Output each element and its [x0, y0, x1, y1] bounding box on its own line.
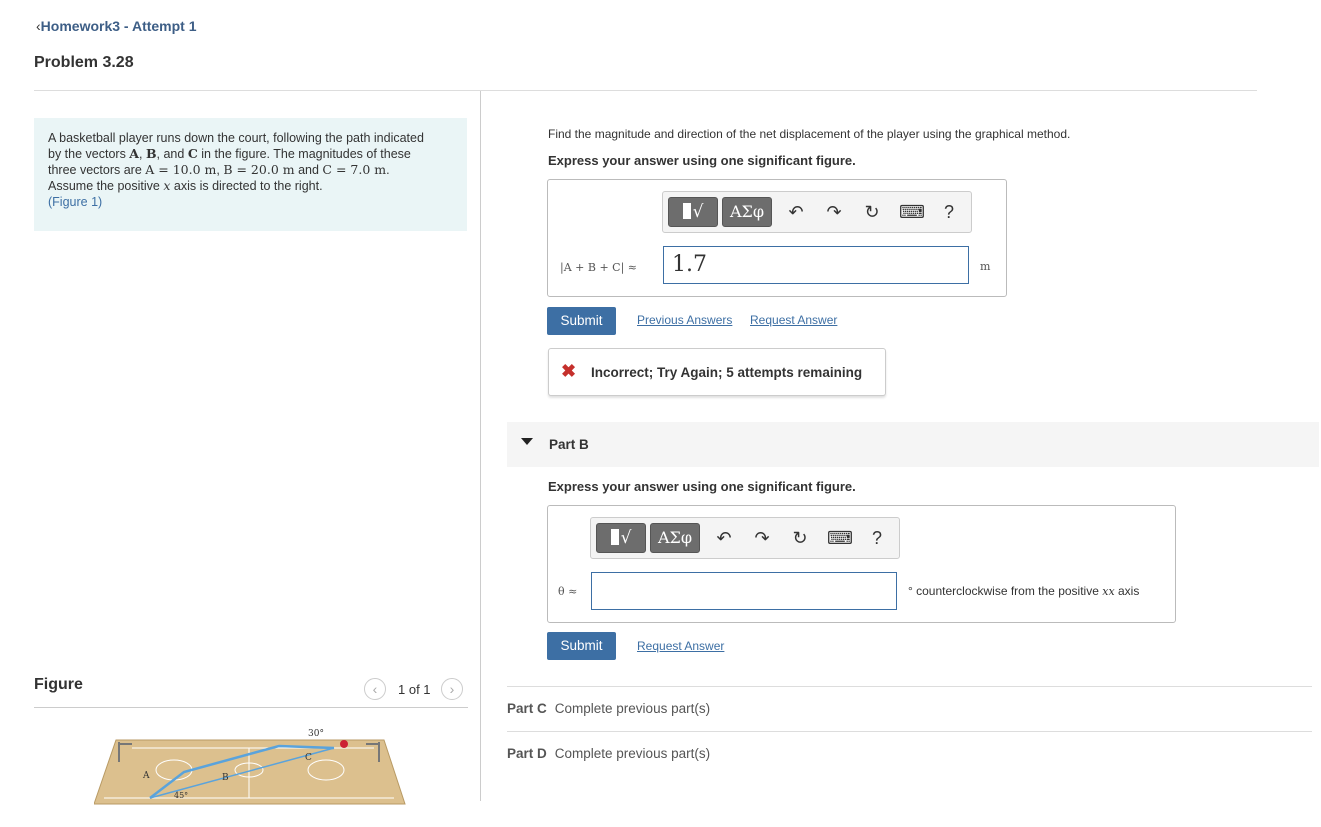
vector-a-label: A	[142, 771, 150, 781]
part-d-title: Part D	[507, 746, 547, 761]
column-divider	[480, 91, 481, 801]
undo-icon[interactable]: ↶	[713, 527, 735, 549]
radical-icon: √	[692, 202, 704, 222]
statement-text: ,	[139, 147, 146, 161]
greek-symbols-button[interactable]: ΑΣφ	[722, 197, 772, 227]
figure-counter: 1 of 1	[398, 682, 431, 697]
statement-text: axis is directed to the right.	[170, 179, 323, 193]
caret-down-icon[interactable]	[521, 438, 533, 445]
statement-text: and	[294, 163, 323, 177]
problem-statement: A basketball player runs down the court,…	[34, 118, 467, 231]
vector-a-symbol: A	[129, 146, 139, 161]
statement-text: Assume the positive	[48, 179, 164, 193]
radical-icon: √	[620, 528, 632, 548]
part-a-instruction: Express your answer using one significan…	[548, 153, 856, 168]
part-b-submit-button[interactable]: Submit	[547, 632, 616, 660]
part-a-answer-input[interactable]: 1.7	[663, 246, 969, 284]
part-a-unit: m	[980, 260, 991, 273]
breadcrumb-text[interactable]: Homework3 - Attempt 1	[41, 18, 197, 34]
part-b-request-answer-link[interactable]: Request Answer	[637, 639, 724, 653]
magnitude-c: C = 7.0 m	[322, 162, 387, 177]
part-b-header[interactable]: Part B	[507, 422, 1319, 467]
statement-text: .	[386, 163, 390, 177]
basketball-court-figure[interactable]: 30° 45° A B C	[94, 726, 406, 806]
unit-text: ° counterclockwise from the positive	[908, 584, 1103, 598]
error-x-icon: ✖	[561, 361, 577, 381]
part-divider	[507, 686, 1312, 687]
chevron-left-icon[interactable]: ‹	[364, 678, 386, 700]
help-icon[interactable]: ?	[866, 527, 888, 549]
part-d-status: Complete previous part(s)	[554, 746, 711, 761]
redo-icon[interactable]: ↷	[751, 527, 773, 549]
part-a-input-label: |A + B + C| ≈	[560, 261, 637, 274]
figure-divider	[34, 707, 468, 708]
header-divider	[34, 90, 1257, 91]
vector-b-symbol: B	[145, 146, 157, 161]
statement-line: three vectors are A = 10.0 m, B = 20.0 m…	[48, 162, 453, 178]
part-b-instruction: Express your answer using one significan…	[548, 479, 856, 494]
help-icon[interactable]: ?	[938, 201, 960, 223]
figure-heading: Figure	[34, 676, 83, 693]
statement-line: Assume the positive x axis is directed t…	[48, 178, 453, 194]
player-marker	[340, 740, 348, 748]
math-toolbar: √ ΑΣφ ↶ ↷ ↻ ⌨ ?	[662, 191, 972, 233]
vector-b-label: B	[222, 773, 229, 783]
templates-button[interactable]: √	[596, 523, 646, 553]
previous-answers-link[interactable]: Previous Answers	[637, 313, 732, 327]
undo-icon[interactable]: ↶	[785, 201, 807, 223]
reset-icon[interactable]: ↻	[789, 527, 811, 549]
template-square-icon	[682, 203, 691, 219]
vector-c-symbol: C	[187, 146, 198, 161]
feedback-text: Incorrect; Try Again; 5 attempts remaini…	[591, 365, 863, 380]
part-b-title: Part B	[549, 437, 589, 452]
part-divider	[507, 731, 1312, 732]
reset-icon[interactable]: ↻	[861, 201, 883, 223]
statement-text: by the vectors	[48, 147, 130, 161]
part-b-unit: ° counterclockwise from the positive xx …	[908, 584, 1139, 598]
figure-link[interactable]: (Figure 1)	[48, 195, 102, 209]
part-a-request-answer-link[interactable]: Request Answer	[750, 313, 837, 327]
templates-button[interactable]: √	[668, 197, 718, 227]
unit-text: axis	[1114, 584, 1140, 598]
statement-text: in the figure. The magnitudes of these	[197, 147, 411, 161]
statement-line: A basketball player runs down the court,…	[48, 131, 424, 145]
page-title: Problem 3.28	[34, 54, 134, 71]
vector-c-label: C	[305, 753, 312, 763]
statement-text: three vectors are	[48, 163, 146, 177]
redo-icon[interactable]: ↷	[823, 201, 845, 223]
feedback-message: ✖ Incorrect; Try Again; 5 attempts remai…	[548, 348, 886, 396]
part-c-row: Part C Complete previous part(s)	[507, 701, 710, 716]
magnitude-b: B = 20.0 m	[223, 162, 295, 177]
chevron-right-icon[interactable]: ›	[441, 678, 463, 700]
math-toolbar: √ ΑΣφ ↶ ↷ ↻ ⌨ ?	[590, 517, 900, 559]
magnitude-a: A = 10.0 m	[145, 162, 217, 177]
angle-45-label: 45°	[174, 791, 188, 800]
breadcrumb[interactable]: ‹Homework3 - Attempt 1	[36, 18, 197, 34]
greek-symbols-button[interactable]: ΑΣφ	[650, 523, 700, 553]
part-b-input-label: θ ≈	[558, 585, 578, 598]
part-d-row: Part D Complete previous part(s)	[507, 746, 710, 761]
part-b-answer-input[interactable]	[591, 572, 897, 610]
part-c-status: Complete previous part(s)	[554, 701, 711, 716]
angle-30-label: 30°	[308, 729, 324, 739]
keyboard-icon[interactable]: ⌨	[899, 201, 925, 223]
part-a-submit-button[interactable]: Submit	[547, 307, 616, 335]
part-c-title: Part C	[507, 701, 547, 716]
statement-text: , and	[156, 147, 188, 161]
template-square-icon	[610, 529, 619, 545]
keyboard-icon[interactable]: ⌨	[827, 527, 853, 549]
part-a-prompt: Find the magnitude and direction of the …	[548, 127, 1071, 141]
statement-line: by the vectors A, B, and C in the figure…	[48, 146, 453, 162]
